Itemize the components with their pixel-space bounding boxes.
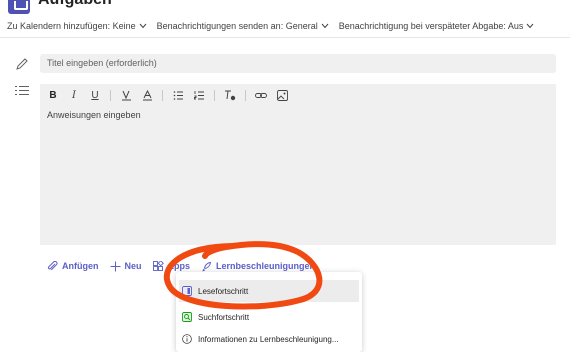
reading-progress-icon — [182, 286, 192, 296]
numbered-list-button[interactable] — [193, 90, 205, 101]
attach-label: Anfügen — [62, 261, 99, 271]
instructions-editor[interactable]: Anweisungen eingeben — [40, 106, 556, 245]
toolbar-divider — [110, 89, 111, 101]
assignment-options-bar: Zu Kalendern hinzufügen: Keine Benachric… — [0, 15, 570, 38]
insert-link-button[interactable] — [255, 90, 267, 101]
learning-accelerators-menu: Lesefortschritt Suchfortschritt Informat… — [176, 272, 362, 352]
menu-item-reading-progress[interactable]: Lesefortschritt — [179, 280, 359, 302]
send-notifications-label: Benachrichtigungen senden an: General — [156, 21, 318, 31]
font-color-button[interactable] — [141, 89, 153, 101]
toolbar-divider — [245, 89, 246, 101]
learning-accelerators-button[interactable]: Lernbeschleunigungen — [201, 261, 315, 272]
late-submission-label: Benachrichtigung bei verspäteter Abgabe:… — [338, 21, 524, 31]
attach-button[interactable]: Anfügen — [47, 260, 99, 272]
assignments-app-icon — [8, 0, 30, 14]
apps-label: Apps — [167, 261, 191, 271]
instructions-icon — [15, 86, 29, 95]
menu-item-label: Informationen zu Lernbeschleunigung... — [198, 334, 339, 344]
numbered-list-icon — [193, 90, 204, 99]
info-icon — [182, 334, 192, 344]
new-button[interactable]: Neu — [110, 261, 142, 272]
toolbar-divider — [162, 89, 163, 101]
rocket-icon — [202, 261, 211, 271]
highlight-icon — [121, 90, 131, 100]
page-title: Aufgaben — [38, 0, 112, 8]
learning-accelerators-label: Lernbeschleunigungen — [216, 261, 316, 271]
late-submission-dropdown[interactable]: Benachrichtigung bei verspäteter Abgabe:… — [339, 21, 539, 31]
italic-button[interactable]: I — [68, 90, 80, 101]
assignment-actions-bar: Anfügen Neu Apps Lernbeschleunigungen — [47, 259, 326, 273]
apps-icon — [152, 260, 164, 271]
menu-item-search-progress[interactable]: Suchfortschritt — [179, 306, 359, 328]
clear-formatting-icon — [225, 90, 236, 100]
new-label: Neu — [124, 261, 142, 271]
font-color-icon — [142, 89, 152, 100]
bullet-list-button[interactable] — [172, 90, 184, 101]
menu-item-accelerator-info[interactable]: Informationen zu Lernbeschleunigung... — [179, 328, 359, 350]
plus-icon — [110, 261, 120, 271]
add-to-calendar-dropdown[interactable]: Zu Kalendern hinzufügen: Keine — [7, 21, 151, 31]
menu-item-label: Suchfortschritt — [198, 312, 250, 322]
send-notifications-dropdown[interactable]: Benachrichtigungen senden an: General — [157, 21, 333, 31]
search-progress-icon — [182, 312, 192, 322]
toolbar-divider — [214, 89, 215, 101]
formatting-toolbar: B I U — [40, 84, 556, 106]
apps-button[interactable]: Apps — [152, 260, 191, 272]
bullet-list-icon — [173, 90, 183, 100]
clear-formatting-button[interactable] — [224, 90, 236, 101]
menu-item-label: Lesefortschritt — [198, 286, 249, 296]
bold-button[interactable]: B — [47, 90, 59, 101]
highlight-button[interactable] — [120, 90, 132, 101]
insert-image-button[interactable] — [276, 89, 288, 101]
chevron-down-icon — [526, 23, 534, 29]
link-icon — [255, 92, 267, 98]
paperclip-icon — [47, 260, 58, 270]
add-to-calendar-label: Zu Kalendern hinzufügen: Keine — [7, 21, 136, 31]
chevron-down-icon — [321, 23, 329, 29]
underline-button[interactable]: U — [89, 90, 101, 101]
pencil-icon — [16, 58, 28, 70]
chevron-down-icon — [139, 23, 146, 29]
title-input[interactable]: Titel eingeben (erforderlich) — [40, 54, 556, 73]
image-icon — [276, 89, 288, 101]
